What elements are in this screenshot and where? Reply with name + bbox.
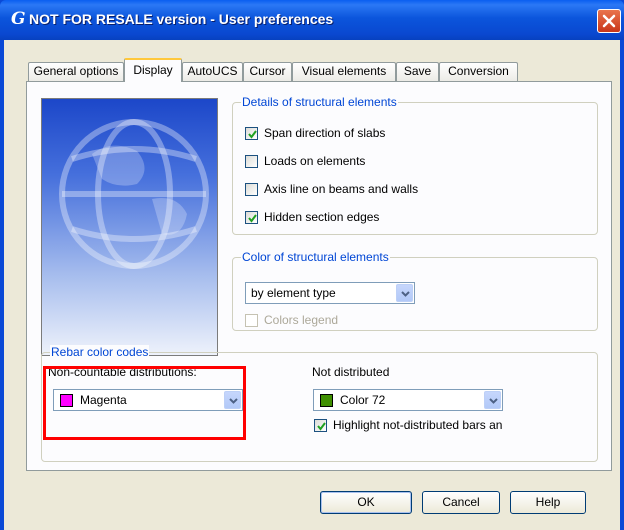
tab-display[interactable]: Display: [124, 58, 182, 82]
details-group-label: Details of structural elements: [241, 95, 398, 109]
tab-visual-elements[interactable]: Visual elements: [292, 62, 396, 81]
select-value: Color 72: [340, 393, 386, 407]
chevron-down-icon: [401, 291, 410, 297]
globe-preview-image: [41, 98, 218, 356]
checkbox-box[interactable]: [245, 211, 258, 224]
checkbox-label: Axis line on beams and walls: [264, 182, 419, 196]
color-group: Color of structural elements by element …: [232, 250, 598, 331]
color-group-label: Color of structural elements: [241, 250, 390, 264]
checkbox-box[interactable]: [245, 314, 258, 327]
checkmark-icon: [317, 422, 326, 431]
close-button[interactable]: [597, 9, 621, 33]
rebar-group-label: Rebar color codes: [50, 345, 150, 359]
cancel-button[interactable]: Cancel: [422, 491, 500, 514]
tab-cursor[interactable]: Cursor: [243, 62, 292, 81]
details-group: Details of structural elements Span dire…: [232, 95, 598, 235]
tab-autoucs[interactable]: AutoUCS: [182, 62, 243, 81]
title-bar[interactable]: G NOT FOR RESALE version - User preferen…: [0, 0, 624, 40]
tab-conversion[interactable]: Conversion: [439, 62, 518, 81]
select-value: by element type: [251, 286, 336, 300]
tab-save[interactable]: Save: [396, 62, 439, 81]
checkmark-icon: [248, 130, 257, 139]
app-icon: G: [11, 9, 26, 29]
not-distributed-label: Not distributed: [312, 365, 390, 379]
checkbox-label: Loads on elements: [264, 154, 366, 168]
window-title: NOT FOR RESALE version - User preference…: [29, 11, 334, 27]
checkbox-box[interactable]: [245, 155, 258, 168]
close-icon: [602, 14, 616, 28]
annotation-highlight-box: [43, 366, 246, 440]
globe-icon: [59, 119, 209, 269]
checkbox-box[interactable]: [245, 183, 258, 196]
ok-button[interactable]: OK: [320, 491, 412, 514]
checkbox-box[interactable]: [245, 127, 258, 140]
color-swatch: [320, 394, 333, 407]
dialog-client-area: General options Display AutoUCS Cursor V…: [4, 40, 620, 530]
checkbox-label: Colors legend: [264, 313, 339, 327]
chevron-down-icon: [489, 398, 498, 404]
checkbox-label: Span direction of slabs: [264, 126, 386, 140]
preferences-window: G NOT FOR RESALE version - User preferen…: [0, 0, 624, 530]
checkbox-label: Highlight not-distributed bars an: [333, 418, 503, 432]
checkbox-box[interactable]: [314, 419, 327, 432]
dropdown-button[interactable]: [396, 284, 413, 302]
checkbox-label: Hidden section edges: [264, 210, 380, 224]
tab-general-options[interactable]: General options: [28, 62, 124, 81]
element-color-select[interactable]: by element type: [245, 282, 415, 304]
not-distributed-select[interactable]: Color 72: [313, 389, 503, 411]
dropdown-button[interactable]: [484, 391, 501, 409]
help-button[interactable]: Help: [510, 491, 586, 514]
checkmark-icon: [248, 214, 257, 223]
